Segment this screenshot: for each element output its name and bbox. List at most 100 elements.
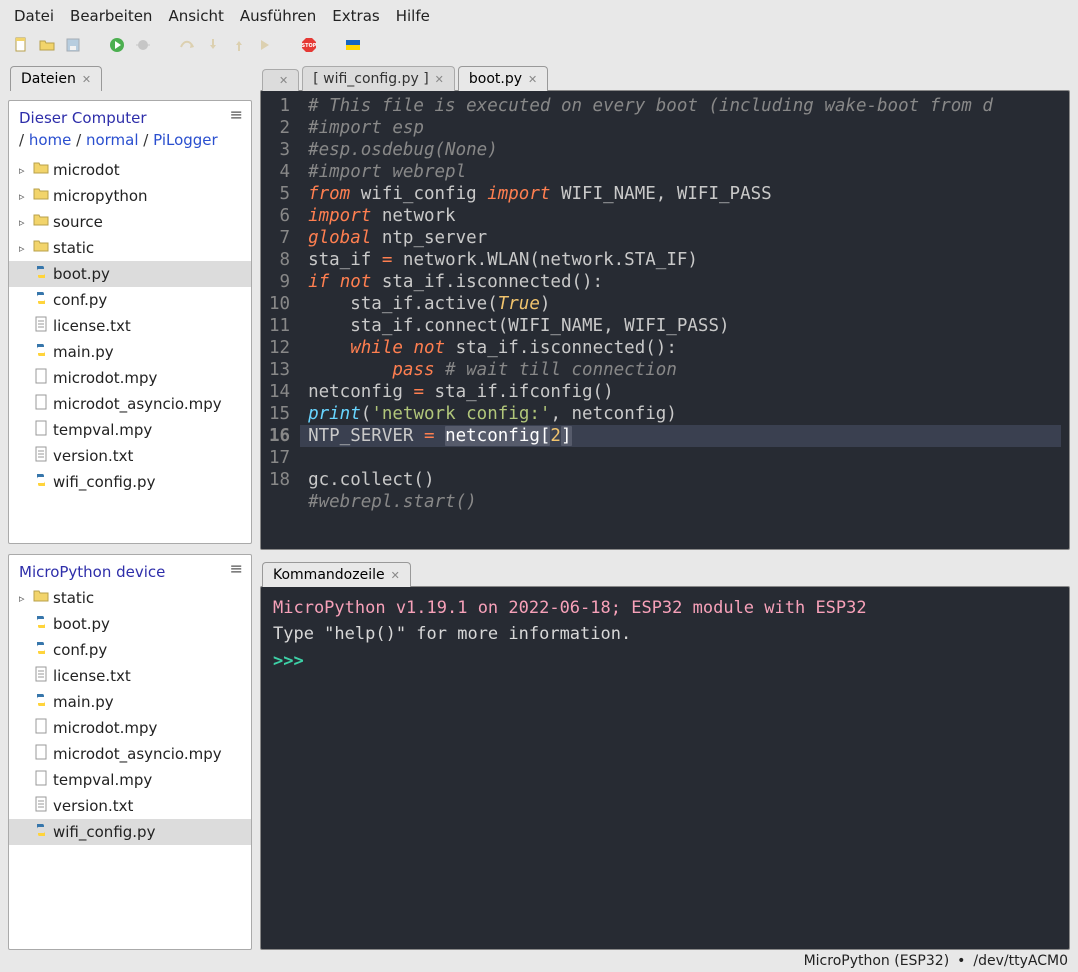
expand-icon[interactable]: ▹ [19, 242, 29, 255]
expand-icon[interactable]: ▹ [19, 164, 29, 177]
folder-item[interactable]: ▹static [9, 585, 251, 611]
device-tree[interactable]: ▹staticboot.py conf.py license.txt main.py m… [9, 585, 251, 949]
file-item[interactable]: tempval.mpy [9, 417, 251, 443]
expand-icon[interactable]: ▹ [19, 190, 29, 203]
file-icon [33, 420, 49, 440]
shell-info: Type "help()" for more information. [273, 624, 631, 644]
editor-gutter: 123456789101112131415161718 [261, 91, 300, 549]
file-name: microdot_asyncio.mpy [53, 395, 222, 413]
breadcrumb-seg[interactable]: home [29, 131, 72, 149]
panel-menu-icon[interactable]: ≡ [230, 561, 243, 577]
file-name: version.txt [53, 797, 133, 815]
save-file-button[interactable] [62, 34, 84, 56]
status-port[interactable]: /dev/ttyACM0 [973, 953, 1068, 969]
file-item[interactable]: microdot_asyncio.mpy [9, 391, 251, 417]
breadcrumb-seg[interactable]: normal [86, 131, 139, 149]
status-backend[interactable]: MicroPython (ESP32) [804, 953, 950, 969]
file-item[interactable]: wifi_config.py [9, 469, 251, 495]
file-name: microdot.mpy [53, 719, 157, 737]
file-item[interactable]: license.txt [9, 663, 251, 689]
file-item[interactable]: conf.py [9, 637, 251, 663]
tab-close-icon[interactable]: ✕ [528, 73, 537, 86]
tab-close-icon[interactable]: ✕ [279, 74, 288, 87]
folder-icon [33, 186, 49, 206]
file-item[interactable]: wifi_config.py [9, 819, 251, 845]
file-name: main.py [53, 693, 114, 711]
file-name: license.txt [53, 667, 131, 685]
file-item[interactable]: license.txt [9, 313, 251, 339]
sidebar-tab-files[interactable]: Dateien ✕ [10, 66, 102, 91]
open-file-button[interactable] [36, 34, 58, 56]
folder-item[interactable]: ▹micropython [9, 183, 251, 209]
shell-welcome: MicroPython v1.19.1 on 2022-06-18; ESP32… [273, 598, 867, 618]
menu-bearbeiten[interactable]: Bearbeiten [64, 4, 158, 28]
panel-menu-icon[interactable]: ≡ [230, 107, 243, 123]
local-tree[interactable]: ▹ microdot ▹micropython▹source▹static boot.… [9, 157, 251, 543]
new-file-button[interactable] [10, 34, 32, 56]
menu-extras[interactable]: Extras [326, 4, 385, 28]
txt-icon [33, 446, 49, 466]
folder-item[interactable]: ▹source [9, 209, 251, 235]
editor-tab[interactable]: boot.py✕ [458, 66, 548, 91]
file-icon [33, 368, 49, 388]
step-out-button[interactable] [228, 34, 250, 56]
tab-close-icon[interactable]: ✕ [391, 569, 400, 582]
folder-icon [33, 238, 49, 258]
resume-button[interactable] [254, 34, 276, 56]
py-icon [33, 342, 49, 362]
file-name: boot.py [53, 265, 110, 283]
folder-item[interactable]: ▹static [9, 235, 251, 261]
step-into-button[interactable] [202, 34, 224, 56]
sidebar-tab-label: Dateien [21, 71, 76, 87]
breadcrumb: / home / normal / PiLogger [9, 131, 251, 157]
debug-button[interactable] [132, 34, 154, 56]
expand-icon[interactable]: ▹ [19, 592, 29, 605]
py-icon [33, 640, 49, 660]
file-name: license.txt [53, 317, 131, 335]
file-name: tempval.mpy [53, 421, 152, 439]
file-item[interactable]: main.py [9, 339, 251, 365]
py-icon [33, 264, 49, 284]
editor-tab[interactable]: ✕ [262, 69, 299, 91]
shell-tab[interactable]: Kommandozeile ✕ [262, 562, 411, 587]
file-item[interactable]: boot.py [9, 261, 251, 287]
file-name: wifi_config.py [53, 823, 155, 841]
file-item[interactable]: microdot.mpy [9, 715, 251, 741]
file-item[interactable]: microdot_asyncio.mpy [9, 741, 251, 767]
folder-item[interactable]: ▹ microdot [9, 157, 251, 183]
file-name: main.py [53, 343, 114, 361]
file-name: microdot.mpy [53, 369, 157, 387]
file-item[interactable]: main.py [9, 689, 251, 715]
tab-close-icon[interactable]: ✕ [82, 73, 91, 86]
py-icon [33, 472, 49, 492]
code-editor[interactable]: 123456789101112131415161718 # This file … [260, 90, 1070, 550]
menu-ausführen[interactable]: Ausführen [234, 4, 322, 28]
txt-icon [33, 666, 49, 686]
file-item[interactable]: conf.py [9, 287, 251, 313]
editor-code[interactable]: # This file is executed on every boot (i… [300, 91, 1069, 549]
step-over-button[interactable] [176, 34, 198, 56]
menu-ansicht[interactable]: Ansicht [162, 4, 229, 28]
breadcrumb-seg[interactable]: PiLogger [153, 131, 218, 149]
file-item[interactable]: version.txt [9, 793, 251, 819]
file-item[interactable]: tempval.mpy [9, 767, 251, 793]
menu-hilfe[interactable]: Hilfe [390, 4, 436, 28]
tab-close-icon[interactable]: ✕ [435, 73, 444, 86]
file-item[interactable]: version.txt [9, 443, 251, 469]
run-button[interactable] [106, 34, 128, 56]
file-item[interactable]: boot.py [9, 611, 251, 637]
file-name: microdot_asyncio.mpy [53, 745, 222, 763]
editor-tab[interactable]: [ wifi_config.py ]✕ [302, 66, 455, 91]
py-icon [33, 290, 49, 310]
file-item[interactable]: microdot.mpy [9, 365, 251, 391]
py-icon [33, 692, 49, 712]
shell[interactable]: MicroPython v1.19.1 on 2022-06-18; ESP32… [260, 586, 1070, 950]
file-name: conf.py [53, 641, 107, 659]
menu-datei[interactable]: Datei [8, 4, 60, 28]
file-icon [33, 744, 49, 764]
expand-icon[interactable]: ▹ [19, 216, 29, 229]
stop-button[interactable]: STOP [298, 34, 320, 56]
support-ukraine-button[interactable] [342, 34, 364, 56]
file-name: microdot [53, 161, 120, 179]
file-name: version.txt [53, 447, 133, 465]
